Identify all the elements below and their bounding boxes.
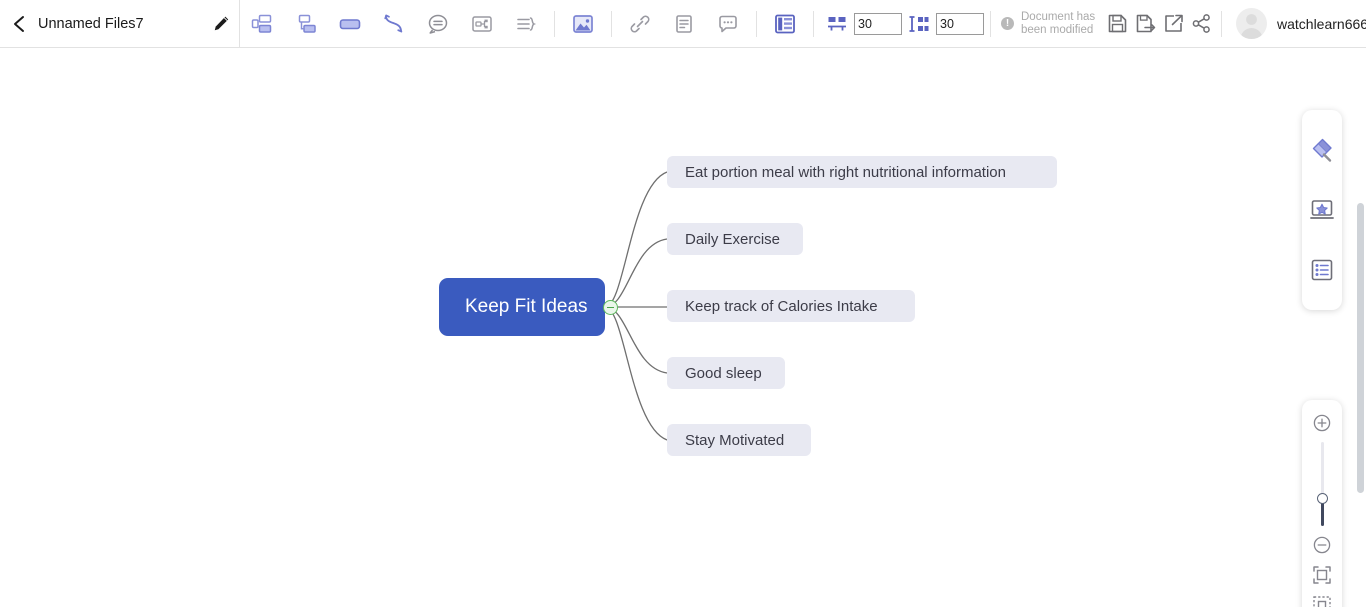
- collapse-toggle-icon[interactable]: [603, 300, 618, 315]
- side-tool-panel: [1302, 110, 1342, 310]
- structure-tool-group: [240, 0, 548, 47]
- user-avatar-icon: [1236, 8, 1267, 39]
- pencil-icon: [213, 15, 230, 32]
- fit-to-screen-icon: [1312, 565, 1332, 585]
- info-badge: !: [1006, 19, 1009, 29]
- user-account[interactable]: watchlearn666@: [1236, 0, 1366, 47]
- top-toolbar: Unnamed Files7: [0, 0, 1366, 48]
- save-button[interactable]: [1103, 0, 1131, 47]
- mindmap-child-node[interactable]: Daily Exercise: [667, 223, 803, 255]
- root-node-label: Keep Fit Ideas: [465, 296, 588, 318]
- mindmap-child-node[interactable]: Eat portion meal with right nutritional …: [667, 156, 1057, 188]
- mindmap-canvas[interactable]: Keep Fit Ideas Eat portion meal with rig…: [0, 48, 1366, 607]
- view-tool-group: [763, 0, 807, 47]
- toolbar-divider: [554, 11, 555, 37]
- hyperlink-button[interactable]: [618, 0, 662, 47]
- node-shape-button[interactable]: [328, 0, 372, 47]
- child-node-label: Eat portion meal with right nutritional …: [685, 164, 1006, 181]
- note-icon: [674, 13, 694, 35]
- horizontal-spacing-control: [820, 0, 902, 47]
- link-icon: [629, 13, 651, 35]
- mindmap-child-node[interactable]: Stay Motivated: [667, 424, 811, 456]
- share-button[interactable]: [1187, 0, 1215, 47]
- zoom-slider-handle[interactable]: [1317, 493, 1328, 504]
- user-name: watchlearn666@: [1277, 16, 1366, 32]
- zoom-out-button[interactable]: [1302, 530, 1342, 560]
- vertical-spacing-control: [902, 0, 984, 47]
- page-title: Unnamed Files7: [38, 16, 203, 32]
- share-icon: [1191, 13, 1212, 34]
- save-as-icon: [1135, 13, 1156, 34]
- node-shape-icon: [338, 14, 362, 34]
- status-text: Document has been modified: [1021, 11, 1103, 37]
- zoom-control-panel: [1302, 400, 1342, 607]
- vertical-spacing-icon: [902, 0, 936, 47]
- select-all-button[interactable]: [1302, 590, 1342, 607]
- note-button[interactable]: [662, 0, 706, 47]
- document-status: ! Document has been modified: [1001, 0, 1215, 47]
- outline-list-icon: [1309, 257, 1335, 283]
- style-brush-icon: [1309, 137, 1335, 163]
- comment-button[interactable]: [706, 0, 750, 47]
- zoom-slider[interactable]: [1302, 438, 1342, 530]
- export-button[interactable]: [1159, 0, 1187, 47]
- select-all-icon: [1312, 595, 1332, 607]
- toolbar-divider: [990, 11, 991, 37]
- style-panel-button[interactable]: [1302, 120, 1342, 180]
- layout-tree-icon: [295, 14, 317, 34]
- save-icon: [1107, 13, 1128, 34]
- fit-to-screen-button[interactable]: [1302, 560, 1342, 590]
- toolbar-divider: [756, 11, 757, 37]
- vertical-spacing-input[interactable]: [936, 13, 984, 35]
- back-button[interactable]: [0, 0, 38, 47]
- horizontal-spacing-input[interactable]: [854, 13, 902, 35]
- toolbar-divider: [1221, 11, 1222, 37]
- scrollbar-thumb[interactable]: [1357, 203, 1364, 493]
- toolbar-divider: [813, 11, 814, 37]
- insert-image-button[interactable]: [561, 0, 605, 47]
- callout-icon: [427, 13, 449, 35]
- mindmap-child-node[interactable]: Keep track of Calories Intake: [667, 290, 915, 322]
- theme-panel-button[interactable]: [1302, 180, 1342, 240]
- callout-button[interactable]: [416, 0, 460, 47]
- minus-glyph: [607, 307, 614, 309]
- layout-tree-button[interactable]: [284, 0, 328, 47]
- info-icon: !: [1001, 17, 1014, 30]
- child-node-label: Keep track of Calories Intake: [685, 298, 878, 315]
- zoom-in-icon: [1313, 414, 1331, 432]
- image-icon: [571, 13, 595, 35]
- rename-button[interactable]: [203, 0, 239, 47]
- outline-panel-icon: [773, 13, 797, 35]
- save-as-button[interactable]: [1131, 0, 1159, 47]
- comment-icon: [717, 13, 739, 35]
- connector-style-button[interactable]: [372, 0, 416, 47]
- child-node-label: Stay Motivated: [685, 432, 784, 449]
- zoom-out-icon: [1313, 536, 1331, 554]
- toolbar-divider: [611, 11, 612, 37]
- summary-icon: [515, 14, 537, 34]
- outline-panel-side-button[interactable]: [1302, 240, 1342, 300]
- mindmap-root-node[interactable]: Keep Fit Ideas: [439, 278, 605, 336]
- attach-tool-group: [618, 0, 750, 47]
- zoom-in-button[interactable]: [1302, 408, 1342, 438]
- layout-right-button[interactable]: [240, 0, 284, 47]
- outline-panel-button[interactable]: [763, 0, 807, 47]
- layout-right-icon: [251, 14, 273, 34]
- child-node-label: Good sleep: [685, 365, 762, 382]
- export-icon: [1163, 13, 1184, 34]
- boundary-icon: [471, 14, 493, 34]
- theme-icon: [1309, 197, 1335, 223]
- vertical-scrollbar[interactable]: [1355, 48, 1366, 607]
- boundary-button[interactable]: [460, 0, 504, 47]
- chevron-left-icon: [11, 15, 27, 33]
- mindmap-connectors: [0, 48, 1366, 607]
- summary-button[interactable]: [504, 0, 548, 47]
- mindmap-child-node[interactable]: Good sleep: [667, 357, 785, 389]
- document-title-zone: Unnamed Files7: [0, 0, 240, 47]
- curve-line-icon: [382, 13, 406, 35]
- child-node-label: Daily Exercise: [685, 231, 780, 248]
- insert-tool-group: [561, 0, 605, 47]
- horizontal-spacing-icon: [820, 0, 854, 47]
- avatar: [1236, 8, 1267, 39]
